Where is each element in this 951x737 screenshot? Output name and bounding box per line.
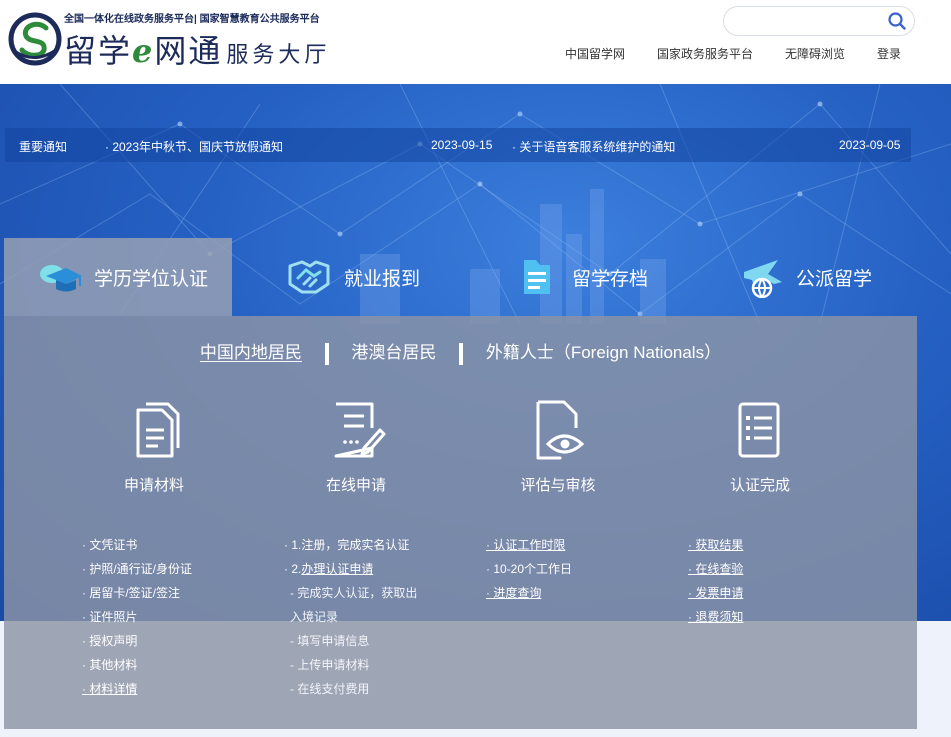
notice-bar: 重要通知 · 2023年中秋节、国庆节放假通知 2023-09-15 · 关于语… bbox=[5, 128, 911, 162]
list-subitem: 入境记录 bbox=[290, 610, 339, 624]
list-item: · 2.办理认证申请 bbox=[284, 557, 474, 581]
step-verification-complete: 认证完成 bbox=[660, 398, 860, 495]
list-item: · 其他材料 bbox=[82, 658, 138, 672]
subtab-hk-macao-taiwan-residents[interactable]: 港澳台居民 bbox=[351, 343, 436, 362]
search-input[interactable] bbox=[736, 8, 886, 34]
step-online-application: 在线申请 bbox=[256, 398, 456, 495]
tab-employment-registration[interactable]: 就业报到 bbox=[286, 238, 486, 316]
nav-link-login[interactable]: 登录 bbox=[877, 45, 901, 62]
logo-title-part1: 留学 bbox=[64, 32, 133, 70]
materials-list: · 文凭证书 · 护照/通行证/身份证 · 居留卡/签证/签注 · 证件照片 ·… bbox=[82, 533, 252, 701]
logo-subtitle: 全国一体化在线政务服务平台| 国家智慧教育公共服务平台 bbox=[64, 14, 320, 25]
refund-notice-link[interactable]: · 退费须知 bbox=[688, 605, 858, 629]
airplane-globe-icon bbox=[744, 260, 782, 298]
tab-government-sponsored-study[interactable]: 公派留学 bbox=[738, 238, 928, 316]
service-tabs: 学历学位认证 就业报到 留学存档 公派留学 bbox=[4, 238, 917, 316]
list-item: · 证件照片 bbox=[82, 610, 138, 624]
invoice-request-link[interactable]: · 发票申请 bbox=[688, 581, 858, 605]
list-subitem: - 填写申请信息 bbox=[290, 634, 370, 648]
notice-item[interactable]: · 关于语音客服系统维护的通知 bbox=[512, 138, 675, 155]
step-label: 评估与审核 bbox=[520, 477, 596, 494]
search-box bbox=[723, 6, 915, 36]
tab-label: 学历学位认证 bbox=[94, 268, 209, 290]
notice-date: 2023-09-15 bbox=[431, 138, 493, 152]
top-nav: 中国留学网 国家政务服务平台 无障碍浏览 登录 bbox=[533, 45, 901, 62]
list-item: · 居留卡/签证/签注 bbox=[82, 586, 180, 600]
edit-form-icon bbox=[334, 402, 386, 458]
tab-label: 就业报到 bbox=[344, 268, 421, 290]
step-label: 申请材料 bbox=[123, 477, 184, 494]
subtab-divider bbox=[459, 342, 464, 365]
list-subitem: - 完成实人认证，获取出 bbox=[290, 586, 418, 600]
notice-item[interactable]: · 2023年中秋节、国庆节放假通知 bbox=[105, 138, 283, 155]
list-subitem: - 在线支付费用 bbox=[290, 682, 370, 696]
step-application-materials: 申请材料 bbox=[54, 398, 254, 495]
list-item: · 护照/通行证/身份证 bbox=[82, 562, 192, 576]
nav-link-cscse[interactable]: 中国留学网 bbox=[565, 45, 625, 62]
graduation-cap-icon bbox=[40, 265, 82, 292]
list-item: · 1.注册，完成实名认证 bbox=[284, 538, 410, 552]
review-list: · 认证工作时限 · 10-20个工作日 · 进度查询 bbox=[486, 533, 656, 605]
tab-label: 公派留学 bbox=[796, 268, 873, 290]
materials-details-link[interactable]: · 材料详情 bbox=[82, 677, 252, 701]
handshake-icon bbox=[288, 260, 330, 294]
list-item: · 授权声明 bbox=[82, 634, 138, 648]
list-subitem: - 上传申请材料 bbox=[290, 658, 370, 672]
list-item: · 文凭证书 bbox=[82, 538, 138, 552]
apply-verification-link[interactable]: 办理认证申请 bbox=[301, 562, 373, 576]
tab-degree-verification[interactable]: 学历学位认证 bbox=[4, 238, 232, 316]
applicant-type-tabs: 中国内地居民 港澳台居民 外籍人士（Foreign Nationals） bbox=[4, 338, 917, 365]
review-eye-icon bbox=[536, 400, 585, 460]
archive-folder-icon bbox=[524, 260, 550, 294]
logo-title: 留学e网通 服务大厅 bbox=[64, 26, 330, 72]
logo-emblem-icon bbox=[8, 12, 62, 66]
logo-title-e: e bbox=[132, 32, 155, 70]
tab-label: 留学存档 bbox=[572, 268, 649, 290]
search-icon[interactable] bbox=[886, 10, 908, 32]
get-result-link[interactable]: · 获取结果 bbox=[688, 533, 858, 557]
subtab-mainland-residents[interactable]: 中国内地居民 bbox=[200, 343, 302, 362]
site-header: 全国一体化在线政务服务平台| 国家智慧教育公共服务平台 留学e网通 服务大厅 中国… bbox=[0, 0, 951, 84]
logo-title-part2: 网通 bbox=[154, 32, 223, 70]
tab-study-archive[interactable]: 留学存档 bbox=[514, 238, 714, 316]
site-logo[interactable]: 全国一体化在线政务服务平台| 国家智慧教育公共服务平台 留学e网通 服务大厅 bbox=[8, 6, 368, 72]
notice-label: 重要通知 bbox=[19, 140, 68, 154]
notice-date: 2023-09-05 bbox=[839, 138, 901, 152]
completed-list-icon bbox=[738, 402, 780, 458]
subtab-foreign-nationals[interactable]: 外籍人士（Foreign Nationals） bbox=[486, 343, 721, 362]
step-label: 在线申请 bbox=[325, 477, 386, 494]
step-evaluation-review: 评估与审核 bbox=[458, 398, 658, 495]
progress-query-link[interactable]: · 进度查询 bbox=[486, 581, 656, 605]
nav-link-gov-service[interactable]: 国家政务服务平台 bbox=[657, 45, 753, 62]
online-application-list: · 1.注册，完成实名认证 · 2.办理认证申请 - 完成实人认证，获取出 入境… bbox=[284, 533, 474, 701]
processing-time-link[interactable]: · 认证工作时限 bbox=[486, 533, 656, 557]
completion-list: · 获取结果 · 在线查验 · 发票申请 · 退费须知 bbox=[688, 533, 858, 629]
step-label: 认证完成 bbox=[729, 477, 790, 494]
nav-link-accessibility[interactable]: 无障碍浏览 bbox=[785, 45, 845, 62]
subtab-divider bbox=[324, 342, 329, 365]
list-item: · 10-20个工作日 bbox=[486, 562, 573, 576]
online-verify-link[interactable]: · 在线查验 bbox=[688, 557, 858, 581]
list-item-prefix: · 2. bbox=[284, 562, 302, 576]
logo-title-hall: 服务大厅 bbox=[226, 43, 331, 68]
documents-icon bbox=[136, 402, 180, 458]
